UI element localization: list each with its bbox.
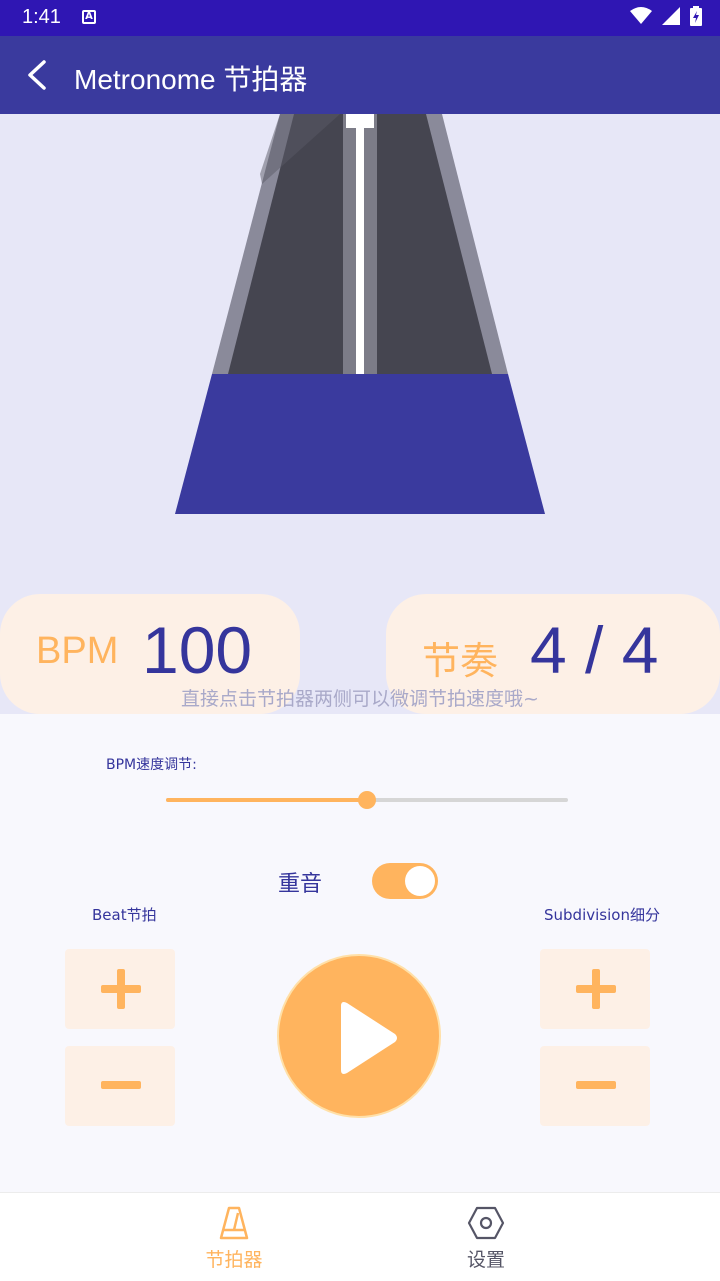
accent-toggle[interactable] bbox=[372, 863, 438, 899]
bpm-value: 100 bbox=[142, 613, 253, 687]
plus-icon bbox=[576, 969, 616, 1009]
play-icon bbox=[341, 1002, 397, 1074]
subdivision-decrease-button[interactable] bbox=[540, 1046, 650, 1126]
accent-label: 重音 bbox=[278, 872, 323, 897]
bpm-slider-thumb[interactable] bbox=[358, 791, 376, 809]
beat-increase-button[interactable] bbox=[65, 949, 175, 1029]
hint-text: 直接点击节拍器两侧可以微调节拍速度哦~ bbox=[181, 688, 539, 710]
subdivision-increase-button[interactable] bbox=[540, 949, 650, 1029]
signal-icon bbox=[662, 7, 680, 25]
play-button[interactable] bbox=[277, 954, 441, 1118]
rhythm-label: 节奏 bbox=[422, 641, 499, 683]
bpm-slider-fill bbox=[166, 798, 367, 802]
tab-metronome-label: 节拍器 bbox=[205, 1249, 263, 1271]
beat-label: Beat节拍 bbox=[92, 906, 157, 924]
bpm-slider[interactable] bbox=[166, 791, 568, 809]
minus-icon bbox=[101, 1081, 141, 1089]
tab-metronome[interactable]: 节拍器 bbox=[144, 1193, 324, 1281]
metronome-illustration[interactable] bbox=[0, 114, 720, 594]
status-time: 1:41 bbox=[22, 6, 61, 28]
back-arrow-icon[interactable] bbox=[22, 56, 58, 94]
subdivision-label: Subdivision细分 bbox=[544, 906, 660, 924]
status-icons bbox=[630, 6, 702, 26]
hexagon-settings-icon bbox=[467, 1206, 505, 1240]
beat-decrease-button[interactable] bbox=[65, 1046, 175, 1126]
battery-icon bbox=[690, 6, 702, 26]
bottom-navigation: 节拍器 设置 bbox=[0, 1192, 720, 1281]
control-panel: BPM速度调节: 重音 Beat节拍 Subdivision细分 bbox=[0, 714, 720, 1192]
page-title: Metronome 节拍器 bbox=[74, 64, 308, 95]
wifi-icon bbox=[630, 7, 652, 24]
accent-toggle-knob bbox=[405, 866, 435, 896]
rhythm-value: 4 / 4 bbox=[530, 613, 659, 687]
app-bar: Metronome 节拍器 bbox=[0, 36, 720, 114]
bpm-slider-label: BPM速度调节: bbox=[106, 757, 197, 773]
tab-settings-label: 设置 bbox=[466, 1249, 505, 1271]
status-bar: 1:41 A bbox=[0, 0, 720, 36]
metronome-icon bbox=[219, 1206, 249, 1240]
bpm-label: BPM bbox=[36, 630, 119, 672]
tab-settings[interactable]: 设置 bbox=[396, 1193, 576, 1281]
plus-icon bbox=[101, 969, 141, 1009]
notification-icon: A bbox=[82, 10, 96, 24]
minus-icon bbox=[576, 1081, 616, 1089]
metronome-stage[interactable]: BPM 100 节奏 4 / 4 直接点击节拍器两侧可以微调节拍速度哦~ bbox=[0, 114, 720, 714]
